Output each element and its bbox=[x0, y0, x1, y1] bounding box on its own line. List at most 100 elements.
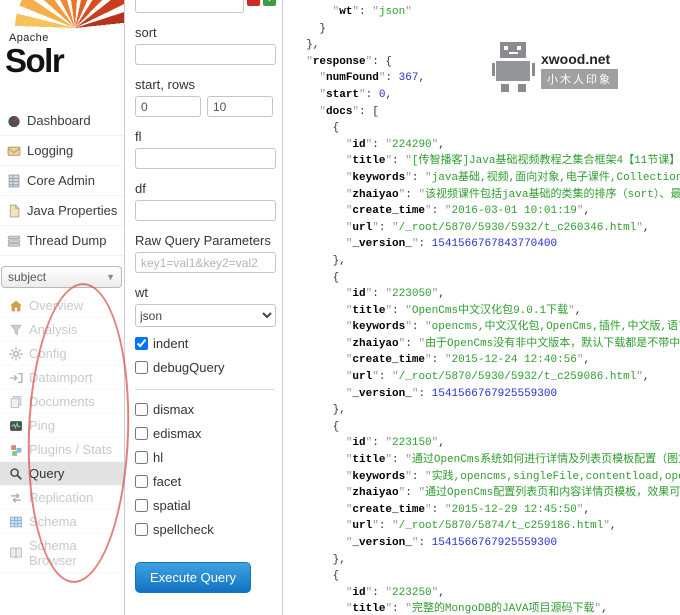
core-nav-label: Documents bbox=[29, 394, 95, 409]
nav-item-dashboard[interactable]: Dashboard bbox=[0, 106, 124, 136]
df-input[interactable] bbox=[135, 200, 276, 221]
sidebar: Apache Solr Dashboard Logging Core Admin… bbox=[0, 0, 125, 615]
dashboard-icon bbox=[7, 114, 21, 128]
hl-checkbox[interactable] bbox=[135, 451, 148, 464]
debugquery-checkbox[interactable] bbox=[135, 361, 148, 374]
home-icon bbox=[9, 299, 23, 313]
core-nav-item-plugins-stats[interactable]: Plugins / Stats bbox=[0, 438, 124, 462]
nav-label: Dashboard bbox=[27, 113, 91, 128]
fq-row: − + bbox=[135, 0, 276, 13]
facet-checkbox[interactable] bbox=[135, 475, 148, 488]
core-nav-item-ping[interactable]: Ping bbox=[0, 414, 124, 438]
watermark: xwood.net 小木人印象 bbox=[492, 40, 618, 93]
hl-label: hl bbox=[153, 450, 163, 465]
dismax-label: dismax bbox=[153, 402, 194, 417]
core-nav-label: Dataimport bbox=[29, 370, 93, 385]
sync-arrows-icon bbox=[9, 491, 23, 505]
df-label: df bbox=[135, 181, 276, 196]
debugquery-label: debugQuery bbox=[153, 360, 225, 375]
add-fq-button[interactable]: + bbox=[263, 0, 276, 6]
fq-input[interactable] bbox=[135, 0, 244, 13]
core-nav-item-dataimport[interactable]: Dataimport bbox=[0, 366, 124, 390]
robot-icon bbox=[492, 40, 536, 93]
core-nav-item-overview[interactable]: Overview bbox=[0, 294, 124, 318]
blocks-icon bbox=[9, 443, 23, 457]
stack-lines-icon bbox=[7, 234, 21, 248]
terminal-pulse-icon bbox=[9, 419, 23, 433]
spatial-checkbox[interactable] bbox=[135, 499, 148, 512]
table-icon bbox=[9, 515, 23, 529]
book-icon bbox=[9, 546, 23, 560]
import-arrow-icon bbox=[9, 371, 23, 385]
core-nav-item-analysis[interactable]: Analysis bbox=[0, 318, 124, 342]
nav-item-logging[interactable]: Logging bbox=[0, 136, 124, 166]
sort-input[interactable] bbox=[135, 44, 276, 65]
nav-item-core-admin[interactable]: Core Admin bbox=[0, 166, 124, 196]
core-nav-label: Replication bbox=[29, 490, 93, 505]
grid-icon bbox=[7, 174, 21, 188]
magnifier-icon bbox=[9, 467, 23, 481]
rows-input[interactable] bbox=[207, 96, 273, 117]
core-nav-label: Query bbox=[29, 466, 64, 481]
nav-label: Logging bbox=[27, 143, 73, 158]
dismax-checkbox[interactable] bbox=[135, 403, 148, 416]
watermark-site: xwood.net bbox=[541, 51, 618, 67]
indent-label: indent bbox=[153, 336, 188, 351]
logo-product: Solr bbox=[5, 42, 63, 80]
facet-label: facet bbox=[153, 474, 181, 489]
nav-label: Thread Dump bbox=[27, 233, 106, 248]
core-nav-item-config[interactable]: Config bbox=[0, 342, 124, 366]
core-nav-item-documents[interactable]: Documents bbox=[0, 390, 124, 414]
core-selector[interactable]: subject ▼ bbox=[1, 266, 122, 288]
core-nav-item-query[interactable]: Query bbox=[0, 462, 124, 486]
spatial-row: spatial bbox=[135, 498, 276, 513]
core-nav-label: Ping bbox=[29, 418, 55, 433]
edismax-label: edismax bbox=[153, 426, 201, 441]
raw-query-params-input[interactable] bbox=[135, 252, 276, 273]
results-panel: "wt": "json" } }, "response": { "numFoun… bbox=[285, 0, 680, 615]
dismax-row: dismax bbox=[135, 402, 276, 417]
core-nav-label: Plugins / Stats bbox=[29, 442, 112, 457]
page-icon bbox=[7, 204, 21, 218]
json-output: "wt": "json" } }, "response": { "numFoun… bbox=[293, 4, 680, 615]
indent-checkbox[interactable] bbox=[135, 337, 148, 350]
start-rows-row bbox=[135, 96, 276, 117]
wt-select[interactable]: json bbox=[135, 304, 276, 327]
facet-row: facet bbox=[135, 474, 276, 489]
solr-logo: Apache Solr bbox=[0, 0, 124, 102]
main-nav: Dashboard Logging Core Admin Java Proper… bbox=[0, 106, 124, 256]
wt-label: wt bbox=[135, 285, 276, 300]
spatial-label: spatial bbox=[153, 498, 191, 513]
start-rows-label: start, rows bbox=[135, 77, 276, 92]
mail-icon bbox=[7, 144, 21, 158]
core-nav-label: Schema bbox=[29, 514, 77, 529]
documents-icon bbox=[9, 395, 23, 409]
core-nav-label: Config bbox=[29, 346, 67, 361]
funnel-icon bbox=[9, 323, 23, 337]
query-form: − + sort start, rows fl df Raw Query Par… bbox=[125, 0, 283, 615]
gear-icon bbox=[9, 347, 23, 361]
core-nav-label: Schema Browser bbox=[29, 538, 120, 568]
edismax-row: edismax bbox=[135, 426, 276, 441]
core-nav-label: Analysis bbox=[29, 322, 77, 337]
nav-item-java-properties[interactable]: Java Properties bbox=[0, 196, 124, 226]
form-divider bbox=[135, 389, 274, 390]
execute-query-button[interactable]: Execute Query bbox=[135, 562, 251, 593]
nav-item-thread-dump[interactable]: Thread Dump bbox=[0, 226, 124, 256]
core-selector-value: subject bbox=[8, 270, 46, 284]
core-nav-item-schema-browser[interactable]: Schema Browser bbox=[0, 534, 124, 573]
fl-label: fl bbox=[135, 129, 276, 144]
hl-row: hl bbox=[135, 450, 276, 465]
spellcheck-checkbox[interactable] bbox=[135, 523, 148, 536]
core-nav: Overview Analysis Config Dataimport Docu… bbox=[0, 294, 124, 573]
start-input[interactable] bbox=[135, 96, 201, 117]
spellcheck-row: spellcheck bbox=[135, 522, 276, 537]
core-nav-label: Overview bbox=[29, 298, 83, 313]
core-nav-item-replication[interactable]: Replication bbox=[0, 486, 124, 510]
chevron-down-icon: ▼ bbox=[106, 272, 115, 282]
fl-input[interactable] bbox=[135, 148, 276, 169]
debugquery-row: debugQuery bbox=[135, 360, 276, 375]
core-nav-item-schema[interactable]: Schema bbox=[0, 510, 124, 534]
edismax-checkbox[interactable] bbox=[135, 427, 148, 440]
remove-fq-button[interactable]: − bbox=[247, 0, 260, 6]
